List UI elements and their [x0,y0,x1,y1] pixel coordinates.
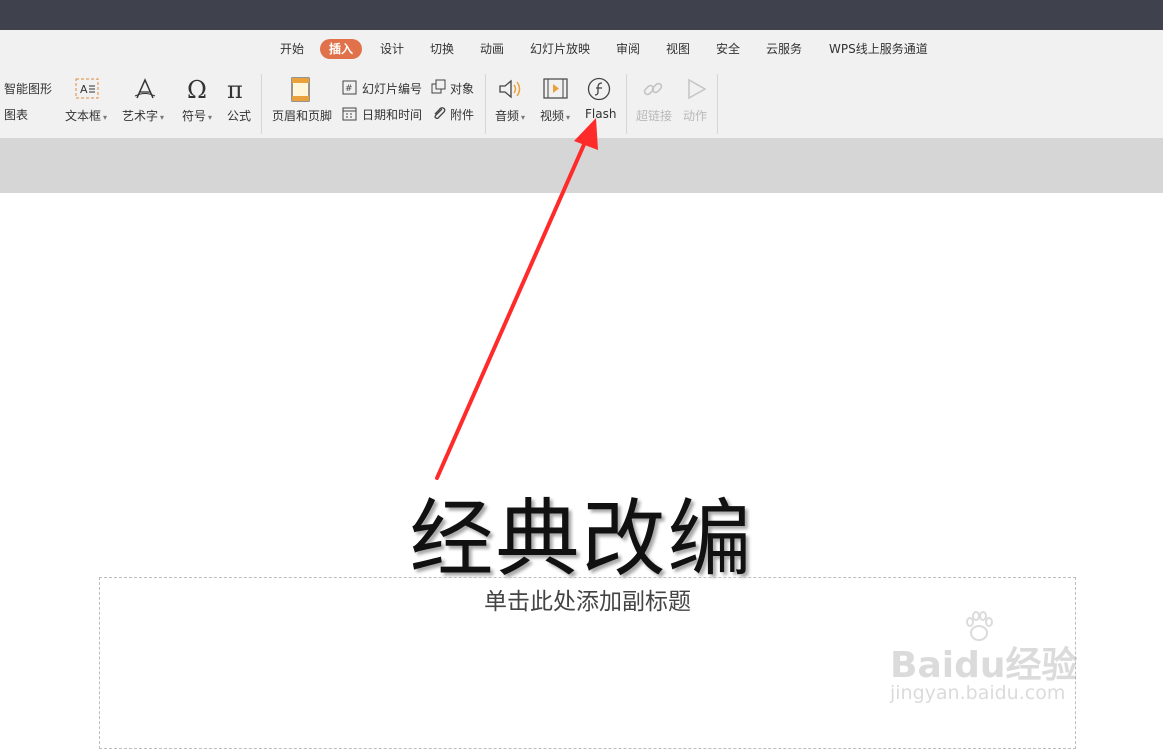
wordart-button[interactable]: 艺术字 ▾ [122,107,164,124]
header-footer-icon[interactable] [290,77,312,103]
textbox-button[interactable]: 文本框 ▾ [65,107,107,124]
textbox-dropdown-icon: ▾ [103,113,108,122]
tab-view[interactable]: 视图 [666,39,690,59]
attachment-button[interactable]: 附件 [450,106,474,123]
flash-icon[interactable] [587,77,611,101]
speaker-icon[interactable] [497,77,525,101]
baidu-jingyan-watermark: Baidu经验 jingyan.baidu.com [890,610,1110,710]
header-footer-button[interactable]: 页眉和页脚 [272,107,332,124]
ribbon-separator [717,74,718,134]
wordart-label: 艺术字 [122,109,159,123]
action-button: 动作 [683,109,708,123]
tab-review[interactable]: 审阅 [616,39,640,59]
menu-bar: 开始 插入 设计 切换 动画 幻灯片放映 审阅 视图 安全 云服务 WPS线上服… [0,30,1163,68]
ribbon-separator [626,74,627,134]
video-dropdown-icon: ▾ [566,113,571,122]
ribbon-separator [261,74,262,134]
tab-design[interactable]: 设计 [380,39,404,59]
textbox-icon[interactable]: A [75,78,99,100]
tab-insert[interactable]: 插入 [320,39,363,59]
textbox-label: 文本框 [65,109,102,123]
svg-text:π: π [227,77,243,101]
tab-wps-online-service[interactable]: WPS线上服务通道 [829,39,928,59]
flash-button[interactable]: Flash [585,107,616,121]
tab-home[interactable]: 开始 [280,39,304,59]
tab-slideshow[interactable]: 幻灯片放映 [530,39,590,59]
date-time-button[interactable]: 日期和时间 [362,106,422,123]
slide-number-icon[interactable]: # [342,80,357,95]
symbol-button[interactable]: 符号 ▾ [182,107,212,124]
tab-transitions[interactable]: 切换 [430,39,454,59]
ribbon-insert: 智能图形 图表 A 文本框 ▾ 艺术字 ▾ Ω 符号 ▾ π 公式 页眉和页脚 # 幻… [0,68,1163,139]
svg-text:A: A [80,83,88,96]
wordart-icon[interactable] [133,77,157,101]
paperclip-icon[interactable] [431,105,447,121]
hyperlink-button: 超链接 [636,109,673,123]
video-icon[interactable] [543,78,569,100]
svg-text:Ω: Ω [187,77,207,101]
slide-title[interactable]: 经典改编 [0,472,1163,593]
tab-cloud-service[interactable]: 云服务 [766,39,802,59]
formula-button[interactable]: 公式 [227,107,251,124]
chart-button[interactable]: 图表 [4,106,28,123]
play-action-icon [688,78,707,100]
watermark-url: jingyan.baidu.com [890,682,1066,704]
audio-dropdown-icon: ▾ [521,113,526,122]
video-button[interactable]: 视频 ▾ [540,107,570,124]
ribbon-separator [485,74,486,134]
pi-formula-icon[interactable]: π [226,77,252,101]
object-icon[interactable] [431,79,447,95]
tab-animations[interactable]: 动画 [480,39,504,59]
window-titlebar [0,0,1163,30]
link-icon [643,82,663,96]
toolbar-band [0,138,1163,193]
video-label: 视频 [540,109,565,123]
svg-text:#: # [345,84,353,94]
audio-label: 音频 [495,109,520,123]
slide-number-button[interactable]: 幻灯片编号 [362,80,422,97]
wordart-dropdown-icon: ▾ [160,113,165,122]
audio-button[interactable]: 音频 ▾ [495,107,525,124]
tab-security[interactable]: 安全 [716,39,740,59]
smart-art-button[interactable]: 智能图形 [4,80,52,97]
omega-symbol-icon[interactable]: Ω [186,77,210,101]
symbol-dropdown-icon: ▾ [208,113,213,122]
object-button[interactable]: 对象 [450,80,474,97]
symbol-label: 符号 [182,109,207,123]
watermark-brand: Baidu经验 [890,645,1078,686]
calendar-icon[interactable] [342,106,357,121]
